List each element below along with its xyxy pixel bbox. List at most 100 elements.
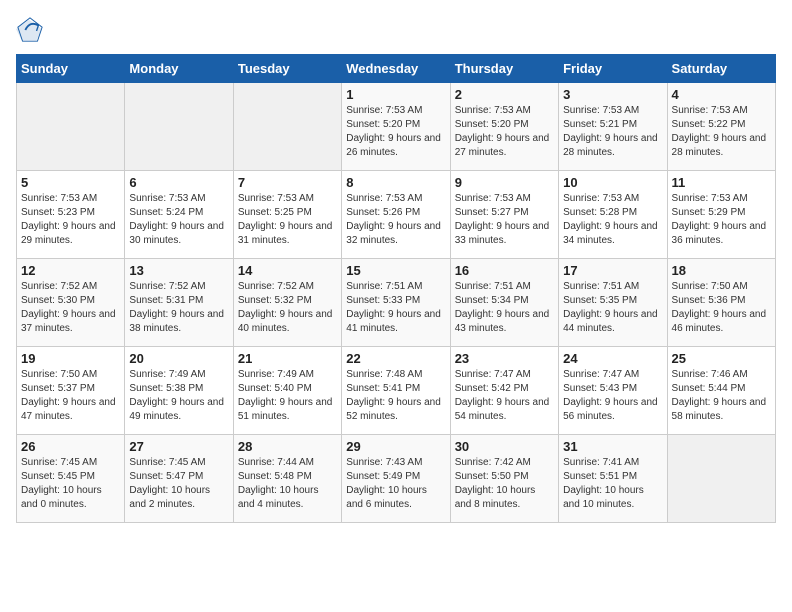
day-number: 2 — [455, 87, 554, 102]
day-cell: 24 Sunrise: 7:47 AM Sunset: 5:43 PM Dayli… — [559, 347, 667, 435]
day-number: 3 — [563, 87, 662, 102]
day-number: 19 — [21, 351, 120, 366]
day-info: Sunrise: 7:51 AM Sunset: 5:35 PM Dayligh… — [563, 280, 662, 336]
day-number: 11 — [672, 175, 771, 190]
day-info: Sunrise: 7:45 AM Sunset: 5:47 PM Dayligh… — [129, 456, 228, 512]
day-cell: 1Sunrise: 7:53 AM Sunset: 5:20 PM Daylig… — [342, 83, 450, 171]
day-info: Sunrise: 7:42 AM Sunset: 5:50 PM Dayligh… — [455, 456, 554, 512]
day-cell: 5Sunrise: 7:53 AM Sunset: 5:23 PM Daylig… — [17, 171, 125, 259]
day-cell: 11 Sunrise: 7:53 AM Sunset: 5:29 PM Dayli… — [667, 171, 775, 259]
day-cell: 9 Sunrise: 7:53 AM Sunset: 5:27 PM Daylig… — [450, 171, 558, 259]
day-info: Sunrise: 7:45 AM Sunset: 5:45 PM Dayligh… — [21, 456, 120, 512]
day-cell — [125, 83, 233, 171]
calendar-body: 1Sunrise: 7:53 AM Sunset: 5:20 PM Daylig… — [17, 83, 776, 523]
day-number: 25 — [672, 351, 771, 366]
header-monday: Monday — [125, 55, 233, 83]
day-info: Sunrise: 7:53 AM Sunset: 5:23 PM Dayligh… — [21, 192, 120, 248]
day-info: Sunrise: 7:44 AM Sunset: 5:48 PM Dayligh… — [238, 456, 337, 512]
day-info: Sunrise: 7:53 AM Sunset: 5:20 PM Dayligh… — [346, 104, 445, 160]
day-number: 20 — [129, 351, 228, 366]
day-number: 15 — [346, 263, 445, 278]
day-number: 24 — [563, 351, 662, 366]
day-info: Sunrise: 7:52 AM Sunset: 5:31 PM Dayligh… — [129, 280, 228, 336]
day-number: 9 — [455, 175, 554, 190]
day-cell: 12 Sunrise: 7:52 AM Sunset: 5:30 PM Dayli… — [17, 259, 125, 347]
day-info: Sunrise: 7:50 AM Sunset: 5:36 PM Dayligh… — [672, 280, 771, 336]
logo — [16, 16, 46, 44]
week-row-5: 26 Sunrise: 7:45 AM Sunset: 5:45 PM Dayli… — [17, 435, 776, 523]
day-cell: 7Sunrise: 7:53 AM Sunset: 5:25 PM Daylig… — [233, 171, 341, 259]
day-number: 26 — [21, 439, 120, 454]
day-cell: 15Sunrise: 7:51 AM Sunset: 5:33 PM Dayli… — [342, 259, 450, 347]
day-info: Sunrise: 7:43 AM Sunset: 5:49 PM Dayligh… — [346, 456, 445, 512]
week-row-3: 12 Sunrise: 7:52 AM Sunset: 5:30 PM Dayli… — [17, 259, 776, 347]
day-cell: 23Sunrise: 7:47 AM Sunset: 5:42 PM Dayli… — [450, 347, 558, 435]
day-cell: 2 Sunrise: 7:53 AM Sunset: 5:20 PM Daylig… — [450, 83, 558, 171]
day-number: 22 — [346, 351, 445, 366]
day-number: 18 — [672, 263, 771, 278]
day-cell: 27 Sunrise: 7:45 AM Sunset: 5:47 PM Dayli… — [125, 435, 233, 523]
logo-icon — [16, 16, 44, 44]
day-number: 31 — [563, 439, 662, 454]
day-info: Sunrise: 7:53 AM Sunset: 5:21 PM Dayligh… — [563, 104, 662, 160]
day-info: Sunrise: 7:51 AM Sunset: 5:34 PM Dayligh… — [455, 280, 554, 336]
week-row-1: 1Sunrise: 7:53 AM Sunset: 5:20 PM Daylig… — [17, 83, 776, 171]
day-cell: 8 Sunrise: 7:53 AM Sunset: 5:26 PM Daylig… — [342, 171, 450, 259]
day-cell: 20 Sunrise: 7:49 AM Sunset: 5:38 PM Dayli… — [125, 347, 233, 435]
day-info: Sunrise: 7:53 AM Sunset: 5:22 PM Dayligh… — [672, 104, 771, 160]
day-number: 12 — [21, 263, 120, 278]
day-info: Sunrise: 7:53 AM Sunset: 5:20 PM Dayligh… — [455, 104, 554, 160]
day-info: Sunrise: 7:48 AM Sunset: 5:41 PM Dayligh… — [346, 368, 445, 424]
day-cell: 29Sunrise: 7:43 AM Sunset: 5:49 PM Dayli… — [342, 435, 450, 523]
day-number: 8 — [346, 175, 445, 190]
day-cell: 13 Sunrise: 7:52 AM Sunset: 5:31 PM Dayli… — [125, 259, 233, 347]
day-cell: 30Sunrise: 7:42 AM Sunset: 5:50 PM Dayli… — [450, 435, 558, 523]
header-row: SundayMondayTuesdayWednesdayThursdayFrid… — [17, 55, 776, 83]
day-info: Sunrise: 7:53 AM Sunset: 5:24 PM Dayligh… — [129, 192, 228, 248]
day-info: Sunrise: 7:53 AM Sunset: 5:25 PM Dayligh… — [238, 192, 337, 248]
day-number: 6 — [129, 175, 228, 190]
day-cell: 26 Sunrise: 7:45 AM Sunset: 5:45 PM Dayli… — [17, 435, 125, 523]
page-header — [16, 16, 776, 44]
day-info: Sunrise: 7:49 AM Sunset: 5:40 PM Dayligh… — [238, 368, 337, 424]
day-number: 14 — [238, 263, 337, 278]
day-info: Sunrise: 7:52 AM Sunset: 5:30 PM Dayligh… — [21, 280, 120, 336]
day-number: 4 — [672, 87, 771, 102]
day-number: 27 — [129, 439, 228, 454]
day-cell — [667, 435, 775, 523]
day-cell: 14 Sunrise: 7:52 AM Sunset: 5:32 PM Dayli… — [233, 259, 341, 347]
header-sunday: Sunday — [17, 55, 125, 83]
week-row-2: 5Sunrise: 7:53 AM Sunset: 5:23 PM Daylig… — [17, 171, 776, 259]
header-thursday: Thursday — [450, 55, 558, 83]
calendar-table: SundayMondayTuesdayWednesdayThursdayFrid… — [16, 54, 776, 523]
day-info: Sunrise: 7:47 AM Sunset: 5:43 PM Dayligh… — [563, 368, 662, 424]
day-cell — [233, 83, 341, 171]
day-number: 21 — [238, 351, 337, 366]
day-cell — [17, 83, 125, 171]
day-info: Sunrise: 7:41 AM Sunset: 5:51 PM Dayligh… — [563, 456, 662, 512]
day-info: Sunrise: 7:53 AM Sunset: 5:27 PM Dayligh… — [455, 192, 554, 248]
day-number: 28 — [238, 439, 337, 454]
day-number: 10 — [563, 175, 662, 190]
day-cell: 22 Sunrise: 7:48 AM Sunset: 5:41 PM Dayli… — [342, 347, 450, 435]
week-row-4: 19 Sunrise: 7:50 AM Sunset: 5:37 PM Dayli… — [17, 347, 776, 435]
day-cell: 6 Sunrise: 7:53 AM Sunset: 5:24 PM Daylig… — [125, 171, 233, 259]
day-cell: 28 Sunrise: 7:44 AM Sunset: 5:48 PM Dayli… — [233, 435, 341, 523]
day-info: Sunrise: 7:50 AM Sunset: 5:37 PM Dayligh… — [21, 368, 120, 424]
day-cell: 4 Sunrise: 7:53 AM Sunset: 5:22 PM Daylig… — [667, 83, 775, 171]
header-saturday: Saturday — [667, 55, 775, 83]
day-number: 16 — [455, 263, 554, 278]
day-cell: 18 Sunrise: 7:50 AM Sunset: 5:36 PM Dayli… — [667, 259, 775, 347]
day-info: Sunrise: 7:53 AM Sunset: 5:26 PM Dayligh… — [346, 192, 445, 248]
header-friday: Friday — [559, 55, 667, 83]
day-cell: 16 Sunrise: 7:51 AM Sunset: 5:34 PM Dayli… — [450, 259, 558, 347]
day-info: Sunrise: 7:53 AM Sunset: 5:28 PM Dayligh… — [563, 192, 662, 248]
calendar-header: SundayMondayTuesdayWednesdayThursdayFrid… — [17, 55, 776, 83]
day-cell: 3 Sunrise: 7:53 AM Sunset: 5:21 PM Daylig… — [559, 83, 667, 171]
day-info: Sunrise: 7:47 AM Sunset: 5:42 PM Dayligh… — [455, 368, 554, 424]
day-info: Sunrise: 7:46 AM Sunset: 5:44 PM Dayligh… — [672, 368, 771, 424]
day-info: Sunrise: 7:52 AM Sunset: 5:32 PM Dayligh… — [238, 280, 337, 336]
day-info: Sunrise: 7:53 AM Sunset: 5:29 PM Dayligh… — [672, 192, 771, 248]
day-info: Sunrise: 7:49 AM Sunset: 5:38 PM Dayligh… — [129, 368, 228, 424]
day-number: 13 — [129, 263, 228, 278]
